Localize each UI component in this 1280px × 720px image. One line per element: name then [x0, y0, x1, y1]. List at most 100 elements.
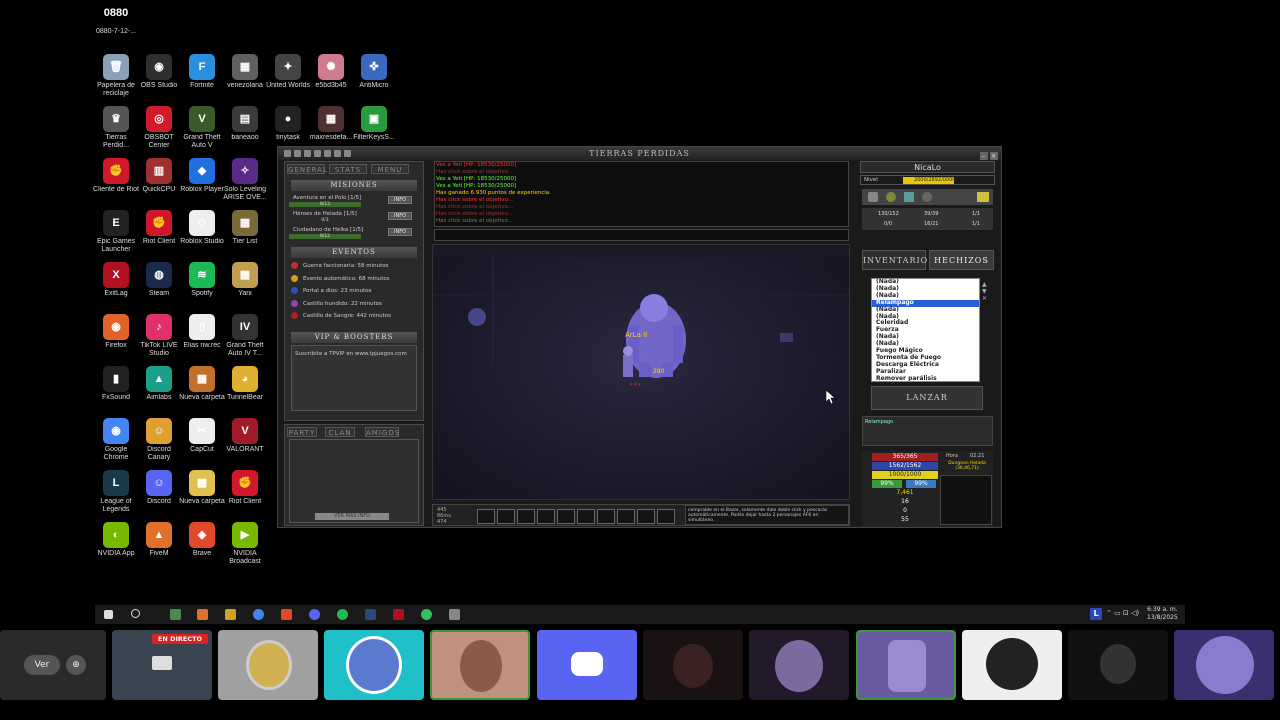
desktop-icon[interactable]: ♛ Tierras Perdid... — [92, 106, 140, 150]
desktop-icon[interactable]: ● tinytask — [264, 106, 312, 142]
participant-tile-9[interactable] — [1068, 630, 1168, 700]
desktop-icon[interactable]: ▦ Nueva carpeta — [178, 366, 226, 402]
game-window[interactable]: TIERRAS PERDIDAS – × GENERAL STATS MENU M… — [277, 146, 1002, 528]
desktop-icon[interactable]: ▶ NVIDIA Broadcast — [221, 522, 269, 566]
hotbar-slot[interactable] — [497, 509, 515, 524]
desktop-icon[interactable]: ◎ OBSBOT Center — [135, 106, 183, 150]
hotbar-slot[interactable] — [517, 509, 535, 524]
participant-tile-10[interactable] — [1174, 630, 1274, 700]
wing-icon[interactable] — [977, 192, 989, 202]
desktop-icon[interactable]: ◕ TunnelBear — [221, 366, 269, 402]
desktop-icon[interactable]: ▦ Tier List — [221, 210, 269, 246]
participant-tile-5[interactable] — [643, 630, 743, 700]
participant-tile-6[interactable] — [749, 630, 849, 700]
discord-icon[interactable] — [309, 609, 320, 620]
search-icon[interactable] — [294, 150, 301, 157]
desktop-icon[interactable]: E Epic Games Launcher — [92, 210, 140, 254]
hotbar-slot[interactable] — [637, 509, 655, 524]
minimize-button[interactable]: – — [980, 152, 988, 160]
desktop-icon[interactable]: ✜ AntiMicro — [350, 54, 398, 90]
chat-console[interactable]: Ves a Yeti [HP: 18530/25000] Has click so… — [434, 161, 849, 227]
spells-list[interactable]: (Nada) (Nada) (Nada) Relampago (Nada) (Nada) C… — [871, 278, 980, 382]
participant-tile-8[interactable] — [962, 630, 1062, 700]
desktop-icon[interactable]: ♪ TikTok LIVE Studio — [135, 314, 183, 358]
menu-icon[interactable] — [284, 150, 291, 157]
more-info-button[interactable]: VER MÁS INFO — [315, 513, 389, 520]
desktop-icon[interactable]: L League of Legends — [92, 470, 140, 514]
stream-preview-tile[interactable]: EN DIRECTO — [112, 630, 212, 700]
desktop-icon[interactable]: 0880 0880-7-12-... — [92, 0, 140, 36]
shield-icon[interactable] — [886, 192, 896, 202]
mission-info-button[interactable]: INFO — [388, 212, 412, 220]
hotbar-slot[interactable] — [577, 509, 595, 524]
desktop-icon[interactable]: ✊ Cliente de Riot — [92, 158, 140, 194]
tray-icons[interactable]: ⌃ ▭ ⊡ ◁) — [1106, 609, 1139, 617]
desktop-icon[interactable]: ▥ QuickCPU — [135, 158, 183, 194]
desktop-icon[interactable]: ▲ FiveM — [135, 522, 183, 558]
desktop-icon[interactable]: ▦ venezolana — [221, 54, 269, 90]
tab-party[interactable]: PARTY — [287, 427, 317, 437]
app-icon-green[interactable] — [421, 609, 432, 620]
desktop-icon[interactable]: ✺ e5bd3b45 — [307, 54, 355, 90]
desktop-icon[interactable]: ☺ Discord Canary — [135, 418, 183, 462]
game-title-bar[interactable]: TIERRAS PERDIDAS – × — [278, 147, 1001, 160]
discord-icon[interactable] — [324, 150, 331, 157]
sword-icon[interactable] — [868, 192, 878, 202]
tab-stats[interactable]: STATS — [329, 164, 367, 174]
cast-button[interactable]: LANZAR — [871, 386, 983, 410]
desktop-icon[interactable]: ▲ Aimlabs — [135, 366, 183, 402]
chrome-icon[interactable] — [253, 609, 264, 620]
language-indicator[interactable]: L — [1090, 608, 1102, 620]
player-character[interactable] — [623, 346, 633, 377]
desktop-icon[interactable]: ◐ NVIDIA App — [92, 522, 140, 558]
game-map[interactable]: ArLa II 280 ✶✶✶ — [432, 244, 850, 500]
tab-hechizos[interactable]: HECHIZOS — [929, 250, 994, 270]
start-icon[interactable] — [104, 610, 113, 619]
brave-icon[interactable] — [281, 609, 292, 620]
close-button[interactable]: × — [990, 152, 998, 160]
desktop-icon[interactable]: ▮ FxSound — [92, 366, 140, 402]
spotify-icon[interactable] — [337, 609, 348, 620]
desktop-icon[interactable]: ▤ baneaoo — [221, 106, 269, 142]
creature-icon[interactable] — [468, 308, 486, 326]
desktop-icon[interactable]: ◉ Google Chrome — [92, 418, 140, 462]
settings-icon[interactable] — [304, 150, 311, 157]
desktop-icon[interactable]: ◍ Steam — [135, 262, 183, 298]
tab-menu[interactable]: MENU — [371, 164, 409, 174]
desktop-icon[interactable]: ▦ Yani — [221, 262, 269, 298]
spell-item[interactable]: Remover parálisis — [872, 375, 979, 381]
desktop-icon[interactable]: ✦ United Worlds — [264, 54, 312, 90]
desktop-icon[interactable]: ◉ Firefox — [92, 314, 140, 350]
steam-icon[interactable] — [365, 609, 376, 620]
fivem-icon[interactable] — [197, 609, 208, 620]
tab-inventario[interactable]: INVENTARIO — [862, 250, 927, 270]
mission-info-button[interactable]: INFO — [388, 196, 412, 204]
armor-icon[interactable] — [904, 192, 914, 202]
participant-tile-4[interactable] — [537, 630, 637, 700]
exitlag-icon[interactable] — [393, 609, 404, 620]
desktop-icon[interactable]: ▯ Elias nw.rec — [178, 314, 226, 350]
window-icon[interactable] — [344, 150, 351, 157]
tab-general[interactable]: GENERAL — [287, 164, 327, 174]
helmet-icon[interactable] — [922, 192, 932, 202]
desktop-icon[interactable]: ✊ Riot Client — [135, 210, 183, 246]
hotbar-slot[interactable] — [537, 509, 555, 524]
clock[interactable]: 6:39 a. m. 13/8/2025 — [1147, 606, 1178, 622]
explorer-icon[interactable] — [225, 609, 236, 620]
desktop-icon[interactable]: ✊ Riot Client — [221, 470, 269, 506]
ver-button[interactable]: Ver — [24, 655, 60, 675]
desktop-icon[interactable]: IV Grand Theft Auto IV T... — [221, 314, 269, 358]
hotbar-slot[interactable] — [657, 509, 675, 524]
desktop-icon[interactable]: ≋ Spotify — [178, 262, 226, 298]
hotbar-slot[interactable] — [477, 509, 495, 524]
participant-tile-1[interactable] — [218, 630, 318, 700]
desktop-icon[interactable]: ▦ maxresdefa... — [307, 106, 355, 142]
desktop-icon[interactable]: V VALORANT — [221, 418, 269, 454]
zoom-icon[interactable]: ⊕ — [66, 655, 86, 675]
chest-icon[interactable] — [780, 333, 793, 342]
tab-amigos[interactable]: AMIGOS — [365, 427, 399, 437]
desktop-icon[interactable]: ✧ Solo Leveling ARISE OVE... — [221, 158, 269, 202]
minimap[interactable] — [940, 475, 992, 525]
taskbar-app-icon-1[interactable] — [170, 609, 181, 620]
tab-clan[interactable]: CLAN — [325, 427, 355, 437]
